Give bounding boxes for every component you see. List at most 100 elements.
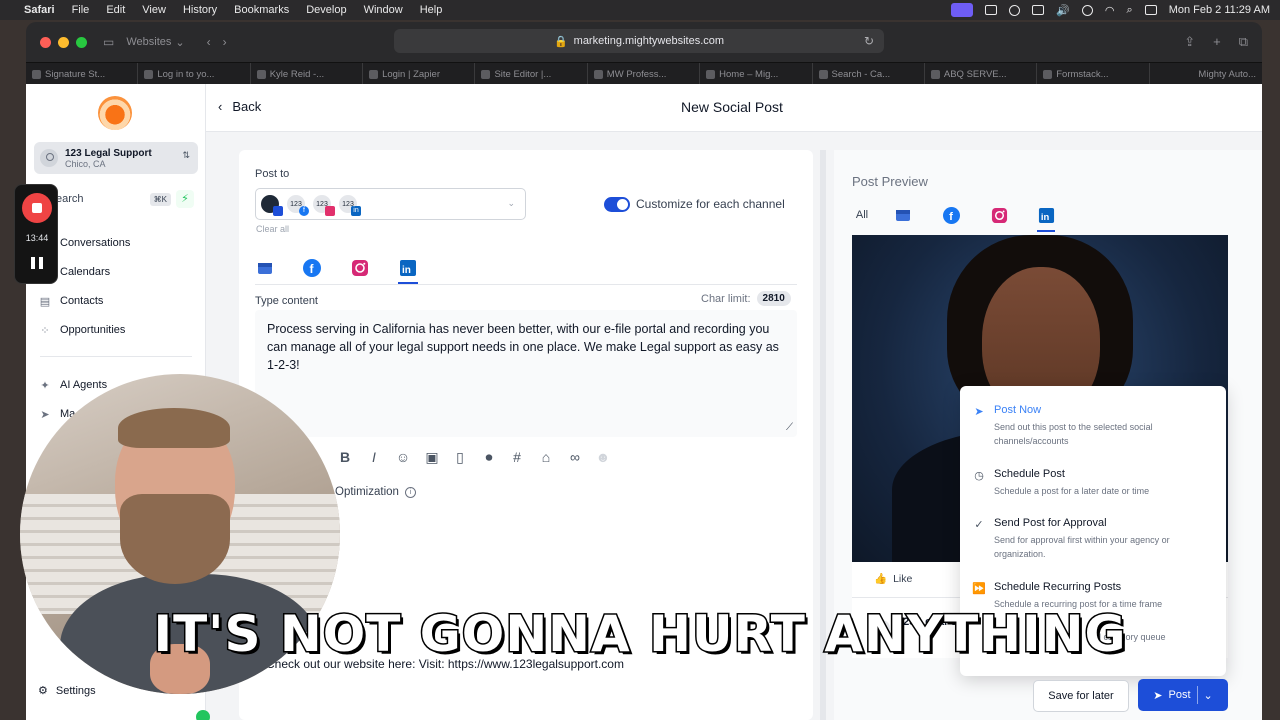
type-content-label: Type content: [255, 295, 318, 307]
bold-icon[interactable]: B: [336, 448, 354, 466]
account-switcher[interactable]: 123 Legal Support Chico, CA ⇅: [34, 142, 198, 174]
preview-tab-linkedin[interactable]: in: [1037, 206, 1055, 224]
sidebar-divider: [40, 356, 192, 357]
browser-tab[interactable]: Search - Ca...: [813, 63, 925, 85]
back-arrow-icon[interactable]: ‹: [207, 35, 211, 49]
menu-bookmarks[interactable]: Bookmarks: [234, 4, 289, 16]
account-chip-linkedin[interactable]: 123 in: [338, 194, 361, 216]
sidebar-toggle-icon[interactable]: ▭: [103, 35, 114, 49]
forward-arrow-icon[interactable]: ›: [223, 35, 227, 49]
active-preview-indicator: [1037, 230, 1055, 232]
menubar-clock[interactable]: Mon Feb 2 11:29 AM: [1169, 4, 1270, 16]
window-controls: [40, 36, 87, 48]
resize-handle-icon[interactable]: ⟋: [786, 422, 793, 433]
link-icon[interactable]: ∞: [566, 448, 584, 466]
play-icon[interactable]: [1081, 4, 1093, 16]
menu-help[interactable]: Help: [420, 4, 443, 16]
display-icon[interactable]: [985, 5, 998, 15]
spotlight-search-icon[interactable]: ⌕: [1127, 4, 1133, 17]
italic-icon[interactable]: I: [365, 448, 383, 466]
zoom-window-button[interactable]: [76, 36, 87, 48]
browser-tab-active[interactable]: Mighty Auto...: [1150, 63, 1262, 85]
wifi-icon[interactable]: ◠: [1105, 4, 1115, 17]
share-icon[interactable]: ⇪: [1184, 34, 1195, 50]
info-icon[interactable]: i: [404, 486, 416, 498]
post-button[interactable]: ➤ Post ⌄: [1138, 679, 1228, 711]
video-icon[interactable]: ⏺: [480, 448, 498, 466]
minimize-window-button[interactable]: [58, 36, 69, 48]
company-logo[interactable]: [98, 96, 132, 130]
channel-tab-linkedin[interactable]: in: [398, 258, 418, 278]
customize-toggle[interactable]: [604, 197, 630, 212]
browser-tab[interactable]: ABQ SERVE...: [925, 63, 1038, 85]
clear-all-link[interactable]: Clear all: [256, 224, 289, 234]
tag-icon[interactable]: ⌂: [537, 448, 555, 466]
preview-tab-facebook[interactable]: f: [942, 206, 960, 224]
account-chip-instagram[interactable]: 123: [312, 194, 335, 216]
pause-recording-button[interactable]: [31, 257, 43, 269]
browser-tab[interactable]: Login | Zapier: [363, 63, 476, 85]
gear-icon: ⚙: [38, 685, 48, 697]
browser-tab[interactable]: Home – Mig...: [700, 63, 813, 85]
menu-file[interactable]: File: [72, 4, 90, 16]
browser-tab[interactable]: Site Editor |...: [475, 63, 588, 85]
stop-recording-button[interactable]: [22, 193, 52, 223]
image-icon[interactable]: ▣: [423, 448, 441, 466]
file-icon[interactable]: ▯: [451, 448, 469, 466]
battery-icon[interactable]: [1032, 5, 1045, 15]
back-button[interactable]: ‹ Back: [218, 99, 261, 114]
google-business-icon: [273, 206, 283, 216]
menu-history[interactable]: History: [183, 4, 217, 16]
help-chat-icon[interactable]: [196, 710, 210, 720]
address-bar[interactable]: 🔒 marketing.mightywebsites.com ↻: [394, 29, 884, 53]
browser-tab[interactable]: MW Profess...: [588, 63, 701, 85]
chevron-down-icon[interactable]: ⌄: [1204, 689, 1213, 702]
status-circle-icon[interactable]: [1009, 4, 1021, 16]
hashtag-icon[interactable]: #: [508, 448, 526, 466]
account-select[interactable]: 123 f 123 123 in ⌄: [255, 188, 526, 220]
quick-action-bolt-icon[interactable]: ⚡: [176, 190, 194, 208]
sidebar-item-label: Calendars: [60, 266, 111, 278]
menu-safari[interactable]: Safari: [24, 4, 55, 16]
chevron-down-icon: ⌄: [507, 198, 515, 208]
new-tab-icon[interactable]: +: [1213, 34, 1221, 50]
browser-tab[interactable]: Signature St...: [26, 63, 139, 85]
preview-tab-google[interactable]: [894, 206, 912, 224]
menu-view[interactable]: View: [142, 4, 166, 16]
close-window-button[interactable]: [40, 36, 51, 48]
menu-item-post-now[interactable]: ➤ Post Now Send out this post to the sel…: [972, 404, 1216, 446]
channel-tab-instagram[interactable]: [350, 258, 370, 278]
menu-edit[interactable]: Edit: [106, 4, 125, 16]
tab-group-selector[interactable]: Websites ⌄: [126, 36, 184, 49]
menu-item-schedule-post[interactable]: ◷ Schedule Post Schedule a post for a la…: [972, 468, 1216, 500]
browser-tab[interactable]: Formstack...: [1037, 63, 1150, 85]
channel-tab-facebook[interactable]: f: [302, 258, 322, 278]
browser-tab[interactable]: Log in to yo...: [138, 63, 251, 85]
sidebar-search[interactable]: earch ⌘K: [56, 189, 171, 209]
sidebar-item-opportunities[interactable]: ⁘ Opportunities: [38, 320, 125, 340]
post-content-textarea[interactable]: Process serving in California has never …: [255, 310, 797, 437]
preview-tab-instagram[interactable]: [990, 206, 1008, 224]
like-button[interactable]: 👍 Like: [874, 572, 912, 586]
menu-item-send-for-approval[interactable]: ✓ Send Post for Approval Send for approv…: [972, 517, 1216, 559]
save-for-later-button[interactable]: Save for later: [1033, 680, 1129, 712]
sidebar-item-ai-agents[interactable]: ✦ AI Agents: [38, 375, 107, 395]
account-chip-google[interactable]: [260, 194, 283, 216]
menu-window[interactable]: Window: [364, 4, 403, 16]
macos-menu-bar: Safari File Edit View History Bookmarks …: [0, 0, 1280, 20]
tab-favicon-icon: [481, 69, 491, 79]
browser-tab[interactable]: Kyle Reid -...: [251, 63, 364, 85]
control-center-icon[interactable]: [1144, 5, 1157, 15]
sidebar-item-contacts[interactable]: ▤ Contacts: [38, 291, 104, 311]
mention-icon[interactable]: ☻: [594, 448, 612, 466]
account-chip-facebook[interactable]: 123 f: [286, 194, 309, 216]
volume-icon[interactable]: 🔊: [1056, 4, 1070, 17]
optimization-section[interactable]: Optimization i: [335, 486, 416, 498]
tab-overview-icon[interactable]: ⧉: [1239, 34, 1248, 50]
reload-icon[interactable]: ↻: [864, 34, 874, 48]
preview-tab-all[interactable]: All: [852, 206, 872, 224]
menu-develop[interactable]: Develop: [306, 4, 346, 16]
screen-record-status-icon[interactable]: [951, 3, 974, 17]
channel-tab-google[interactable]: [255, 258, 275, 278]
emoji-icon[interactable]: ☺: [394, 448, 412, 466]
